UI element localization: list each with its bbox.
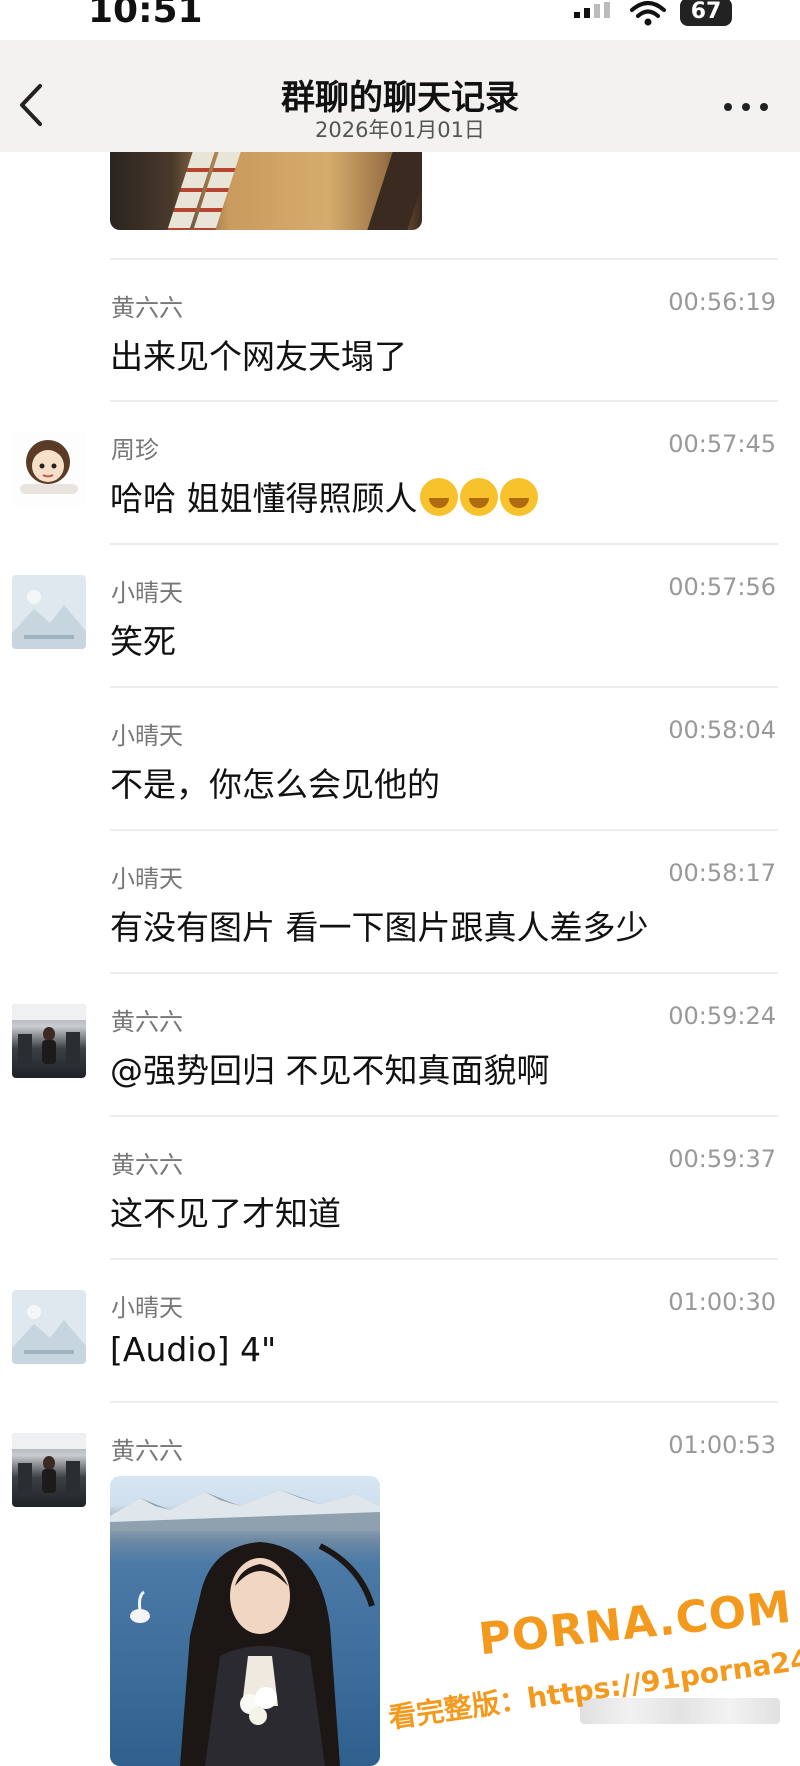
sender-name: 黄六六 — [111, 1151, 183, 1179]
message-text: 出来见个网友天塌了 — [110, 337, 407, 376]
wifi-icon — [630, 1, 666, 26]
more-options-icon[interactable] — [724, 98, 772, 114]
message-text: 有没有图片 看一下图片跟真人差多少 — [110, 908, 649, 947]
image-placeholder-icon — [12, 1305, 86, 1364]
message-content: 哈哈 姐姐懂得照顾人 — [110, 472, 538, 520]
sender-name: 黄六六 — [111, 1008, 183, 1036]
sender-name: 黄六六 — [111, 1437, 183, 1465]
message-time: 00:56:19 — [668, 288, 776, 316]
smirk-emoji-icon — [459, 478, 498, 516]
avatar[interactable] — [12, 432, 86, 506]
message-time: 01:00:53 — [668, 1431, 776, 1459]
clock: 10:51 — [88, 0, 203, 31]
shared-image-thumbnail[interactable] — [110, 152, 422, 230]
message-time: 00:59:37 — [668, 1145, 776, 1173]
message-text: 哈哈 姐姐懂得照顾人 — [110, 479, 418, 518]
message-time: 00:58:04 — [668, 716, 776, 744]
message-time: 00:59:24 — [668, 1002, 776, 1030]
divider — [110, 1115, 778, 1117]
page-title: 群聊的聊天记录 — [281, 78, 519, 118]
lake-portrait-photo — [110, 1490, 380, 1766]
avatar[interactable] — [12, 575, 86, 649]
message-text: 笑死 — [110, 622, 176, 661]
sender-name: 小晴天 — [111, 722, 183, 750]
smirk-emoji-icon — [499, 478, 538, 516]
divider — [110, 1401, 778, 1403]
gym-photo-avatar-icon — [12, 1433, 86, 1493]
divider — [110, 543, 778, 545]
divider — [110, 686, 778, 688]
page-date: 2026年01月01日 — [315, 118, 485, 142]
divider — [110, 829, 778, 831]
message-time: 00:57:56 — [668, 573, 776, 601]
nav-header: 群聊的聊天记录 2026年01月01日 — [0, 40, 800, 152]
divider — [110, 972, 778, 974]
battery-indicator: 67 — [680, 0, 732, 26]
divider — [110, 1258, 778, 1260]
image-placeholder-icon — [12, 590, 86, 649]
message-text: 这不见了才知道 — [110, 1194, 341, 1233]
avatar[interactable] — [12, 1004, 86, 1078]
status-bar: 10:51 67 — [0, 0, 800, 40]
message-time: 00:58:17 — [668, 859, 776, 887]
sender-name: 周珍 — [111, 436, 159, 464]
divider — [110, 400, 778, 402]
avatar[interactable] — [12, 1290, 86, 1364]
cellular-signal-icon — [574, 2, 614, 26]
cartoon-girl-avatar-icon — [20, 440, 78, 494]
divider — [110, 258, 778, 260]
gym-photo-avatar-icon — [12, 1004, 86, 1064]
audio-message[interactable]: [Audio] 4" — [110, 1330, 276, 1369]
message-time: 01:00:30 — [668, 1288, 776, 1316]
sender-name: 黄六六 — [111, 294, 183, 322]
message-text: 不是，你怎么会见他的 — [110, 765, 440, 804]
sender-name: 小晴天 — [111, 1294, 183, 1322]
message-time: 00:57:45 — [668, 430, 776, 458]
smirk-emoji-icon — [419, 478, 458, 516]
message-text: @强势回归 不见不知真面貌啊 — [110, 1051, 550, 1090]
shared-photo[interactable] — [110, 1476, 380, 1766]
sender-name: 小晴天 — [111, 579, 183, 607]
sender-name: 小晴天 — [111, 865, 183, 893]
avatar[interactable] — [12, 1433, 86, 1507]
